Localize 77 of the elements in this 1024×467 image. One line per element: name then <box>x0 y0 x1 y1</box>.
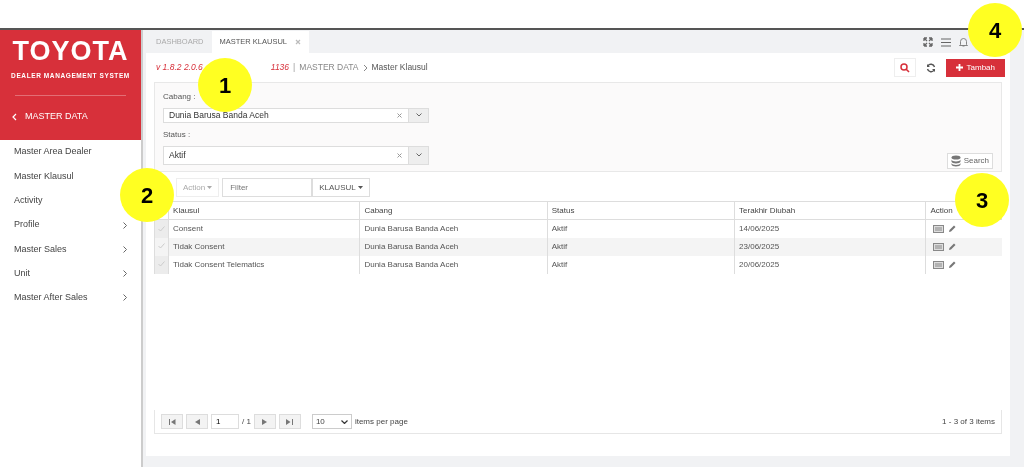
detail-icon[interactable] <box>932 224 944 233</box>
last-page-button[interactable] <box>278 414 301 429</box>
table-cell: Aktif <box>551 241 568 251</box>
page-field[interactable]: 1 <box>211 414 239 429</box>
add-button[interactable]: Tambah <box>945 58 1005 77</box>
clear-icon[interactable] <box>397 112 402 118</box>
table-cell: Aktif <box>551 223 568 233</box>
chevron-right-icon[interactable] <box>123 221 127 229</box>
sidebar-item[interactable]: Profile <box>14 218 40 232</box>
search-button[interactable]: Search <box>946 152 993 169</box>
search-icon <box>899 62 910 73</box>
breadcrumb-separator: | <box>293 61 296 74</box>
refresh-icon[interactable] <box>925 62 936 73</box>
detail-icon[interactable] <box>932 260 944 269</box>
field-label: Status : <box>163 128 192 141</box>
filter-field[interactable]: Filter <box>222 178 313 197</box>
caret-icon <box>207 185 213 189</box>
sidebar-item[interactable]: Master After Sales <box>14 291 88 305</box>
table-cell: Consent <box>173 223 203 233</box>
last-page-icon <box>286 418 294 425</box>
breadcrumb-link[interactable]: MASTER DATA <box>299 61 359 74</box>
chevron-right-icon[interactable] <box>123 294 127 302</box>
section-title[interactable]: MASTER DATA <box>25 109 88 124</box>
checkmark-icon[interactable] <box>158 243 166 250</box>
sidebar-item[interactable]: Unit <box>14 266 30 281</box>
column-header: Cabang <box>359 201 548 220</box>
sidebar-item[interactable]: Master Klausul <box>14 169 74 184</box>
table-cell: 14/06/2025 <box>739 223 780 233</box>
breadcrumb-current: Master Klausul <box>371 61 428 74</box>
version-text: v 1.8.2 2.0.6 <box>156 61 203 74</box>
page-total: / 1 <box>242 415 251 428</box>
bell-icon[interactable] <box>959 37 968 47</box>
caret-icon <box>357 185 363 189</box>
fullscreen-icon[interactable] <box>923 37 933 47</box>
sidebar-item[interactable]: Activity <box>14 194 43 208</box>
table-cell: 20/06/2025 <box>739 259 780 269</box>
logo-text: TOYOTA <box>11 38 130 65</box>
sidebar-item[interactable]: Master Area Dealer <box>14 145 92 159</box>
search-toggle-button[interactable] <box>893 58 916 77</box>
select-field[interactable]: Aktif <box>163 145 429 165</box>
pager-summary: 1 - 3 of 3 items <box>942 415 995 428</box>
version-text: 1136 <box>270 61 290 74</box>
checkmark-icon[interactable] <box>158 261 166 268</box>
table-cell: Dunia Barusa Banda Aceh <box>364 223 459 233</box>
table-cell: Aktif <box>551 259 568 269</box>
table-cell: Tidak Consent <box>173 241 225 251</box>
per-page-label: items per page <box>354 415 408 428</box>
column-dropdown[interactable]: KLAUSUL <box>312 178 370 197</box>
prev-page-button[interactable] <box>186 414 208 429</box>
chevron-left-icon[interactable] <box>12 112 17 121</box>
checkmark-icon[interactable] <box>158 225 166 232</box>
chevron-down-icon[interactable] <box>415 153 422 158</box>
plus-icon <box>955 64 963 71</box>
sidebar-item[interactable]: Master Sales <box>14 242 67 257</box>
next-page-icon <box>262 418 268 425</box>
table-cell: 23/06/2025 <box>739 241 780 251</box>
next-page-button[interactable] <box>253 414 276 429</box>
table-cell: Dunia Barusa Banda Aceh <box>364 259 459 269</box>
column-header: Terakhir Diubah <box>734 201 926 220</box>
menu-icon[interactable] <box>941 37 951 47</box>
column-header: Status <box>547 201 735 220</box>
page-size-select[interactable]: 10 <box>311 414 352 429</box>
first-page-button[interactable] <box>161 414 183 429</box>
prev-page-icon <box>194 418 200 425</box>
field-label: Cabang : <box>163 91 197 103</box>
first-page-icon <box>168 418 176 425</box>
database-icon <box>950 154 963 167</box>
select-field[interactable]: Dunia Barusa Banda Aceh <box>163 108 429 123</box>
chevron-down-icon[interactable] <box>415 113 422 118</box>
table-cell: Dunia Barusa Banda Aceh <box>364 241 459 251</box>
table-cell: Tidak Consent Telematics <box>173 259 265 269</box>
chevron-right-icon <box>362 63 368 72</box>
chevron-right-icon[interactable] <box>123 245 127 253</box>
clear-icon[interactable] <box>397 152 402 158</box>
chevron-right-icon[interactable] <box>123 270 127 278</box>
detail-icon[interactable] <box>932 242 944 251</box>
chevron-down-icon <box>340 419 348 424</box>
